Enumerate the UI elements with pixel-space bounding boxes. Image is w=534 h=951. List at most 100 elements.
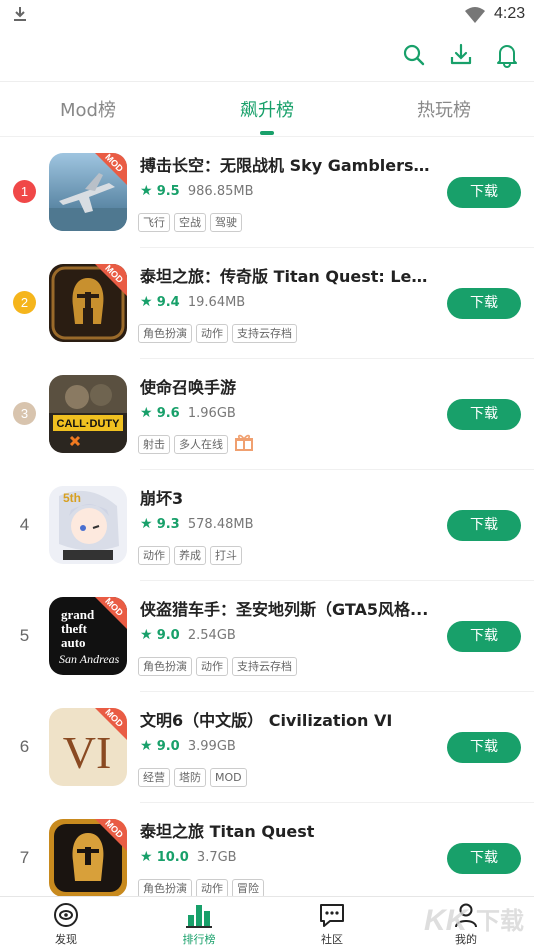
status-bar: 4:23 [0,0,534,30]
app-icon: VI MOD [49,708,127,786]
tag[interactable]: MOD [210,768,247,787]
tag[interactable]: 多人在线 [174,435,228,454]
action-bar [0,30,534,80]
download-button[interactable]: 下载 [447,510,521,541]
bell-icon[interactable] [494,42,520,68]
svg-text:theft: theft [61,621,88,636]
tag[interactable]: 空战 [174,213,206,232]
tag[interactable]: 塔防 [174,768,206,787]
nav-discover[interactable]: 发现 [26,901,106,947]
download-notification-icon [11,5,29,27]
discover-icon [52,901,80,929]
app-title[interactable]: 崩坏3 [140,485,432,509]
app-tags: 角色扮演 动作 冒险 [138,877,268,898]
app-title[interactable]: 泰坦之旅：传奇版 Titan Quest: Legen... [140,263,432,287]
tag[interactable]: 支持云存档 [232,324,297,343]
nav-label: 排行榜 [182,933,216,946]
tab-mod[interactable]: Mod榜 [18,96,158,122]
svg-text:VI: VI [63,727,112,778]
app-size: 2.54GB [187,628,236,643]
rank-number: 7 [19,848,30,867]
tag[interactable]: 射击 [138,435,170,454]
star-icon: ★ [140,294,153,310]
tag[interactable]: 飞行 [138,213,170,232]
app-title[interactable]: 使命召唤手游 [140,374,432,398]
tag[interactable]: 角色扮演 [138,657,192,676]
tab-hot[interactable]: 热玩榜 [374,96,514,122]
list-item[interactable]: 3 CALL·DUTY 使命召唤手游 ★ 9.6 1.96GB 射击 多人在线 下… [0,359,534,470]
gift-icon[interactable] [234,433,254,455]
download-button[interactable]: 下载 [447,732,521,763]
app-tags: 射击 多人在线 [138,433,254,455]
app-tags: 角色扮演 动作 支持云存档 [138,655,301,676]
download-button[interactable]: 下载 [447,177,521,208]
app-tags: 角色扮演 动作 支持云存档 [138,322,301,343]
app-icon: MOD [49,153,127,231]
nav-community[interactable]: 社区 [292,901,372,947]
rank-badge: 3 [13,402,36,425]
tag[interactable]: 动作 [138,546,170,565]
app-tags: 飞行 空战 驾驶 [138,211,246,232]
list-item[interactable]: 6 VI MOD 文明6（中文版） Civilization VI ★ 9.0 … [0,692,534,803]
app-title[interactable]: 侠盗猎车手：圣安地列斯（GTA5风格... [140,596,432,620]
app-meta: ★ 9.4 19.64MB [140,294,245,310]
app-size: 3.7GB [196,850,237,865]
app-score: 9.6 [156,406,180,421]
tag[interactable]: 支持云存档 [232,657,297,676]
svg-text:5th: 5th [63,491,81,505]
app-score: 9.5 [156,184,180,199]
svg-text:grand: grand [61,607,95,622]
search-icon[interactable] [401,42,427,68]
app-meta: ★ 9.3 578.48MB [140,516,254,532]
list-item[interactable]: 1 MOD 搏击长空：无限战机 Sky Gamblers - I... ★ 9.… [0,137,534,248]
tag[interactable]: 经营 [138,768,170,787]
app-icon: MOD [49,819,127,897]
app-title[interactable]: 泰坦之旅 Titan Quest [140,818,432,842]
nav-label: 社区 [321,933,343,946]
list-item[interactable]: 2 MOD 泰坦之旅：传奇版 Titan Quest: Legen... ★ 9… [0,248,534,359]
app-title[interactable]: 文明6（中文版） Civilization VI [140,707,432,731]
tag[interactable]: 角色扮演 [138,324,192,343]
svg-text:auto: auto [61,635,86,650]
tag[interactable]: 动作 [196,324,228,343]
list-item[interactable]: 4 5th 崩坏3 ★ 9.3 578.48MB 动作 养成 打斗 下载 [0,470,534,581]
star-icon: ★ [140,516,153,532]
app-meta: ★ 9.5 986.85MB [140,183,254,199]
app-tags: 动作 养成 打斗 [138,544,246,565]
tag[interactable]: 打斗 [210,546,242,565]
tag[interactable]: 养成 [174,546,206,565]
rank-number: 6 [19,737,30,756]
app-score: 10.0 [156,850,189,865]
wifi-icon [464,6,486,28]
svg-text:KK: KK [424,904,470,937]
tag[interactable]: 驾驶 [210,213,242,232]
app-size: 19.64MB [187,295,246,310]
download-icon[interactable] [448,42,474,68]
app-meta: ★ 9.0 2.54GB [140,627,236,643]
tab-rising[interactable]: 飙升榜 [197,96,337,122]
svg-text:下载: 下载 [476,907,524,935]
rank-number: 5 [19,626,30,645]
app-size: 986.85MB [187,184,254,199]
active-tab-indicator [260,131,274,135]
star-icon: ★ [140,627,153,643]
app-size: 578.48MB [187,517,254,532]
status-time: 4:23 [494,5,526,22]
tag[interactable]: 动作 [196,657,228,676]
rankings-icon [185,901,213,929]
svg-text:San Andreas: San Andreas [59,652,120,666]
download-button[interactable]: 下载 [447,288,521,319]
star-icon: ★ [140,183,153,199]
download-button[interactable]: 下载 [447,843,521,874]
app-score: 9.3 [156,517,180,532]
list-item[interactable]: 5 grand theft auto San Andreas MOD 侠盗猎车手… [0,581,534,692]
app-score: 9.0 [156,739,180,754]
download-button[interactable]: 下载 [447,621,521,652]
star-icon: ★ [140,405,153,421]
nav-rankings[interactable]: 排行榜 [159,901,239,947]
app-title[interactable]: 搏击长空：无限战机 Sky Gamblers - I... [140,152,432,176]
app-icon: grand theft auto San Andreas MOD [49,597,127,675]
app-icon: 5th [49,486,127,564]
app-meta: ★ 10.0 3.7GB [140,849,237,865]
download-button[interactable]: 下载 [447,399,521,430]
